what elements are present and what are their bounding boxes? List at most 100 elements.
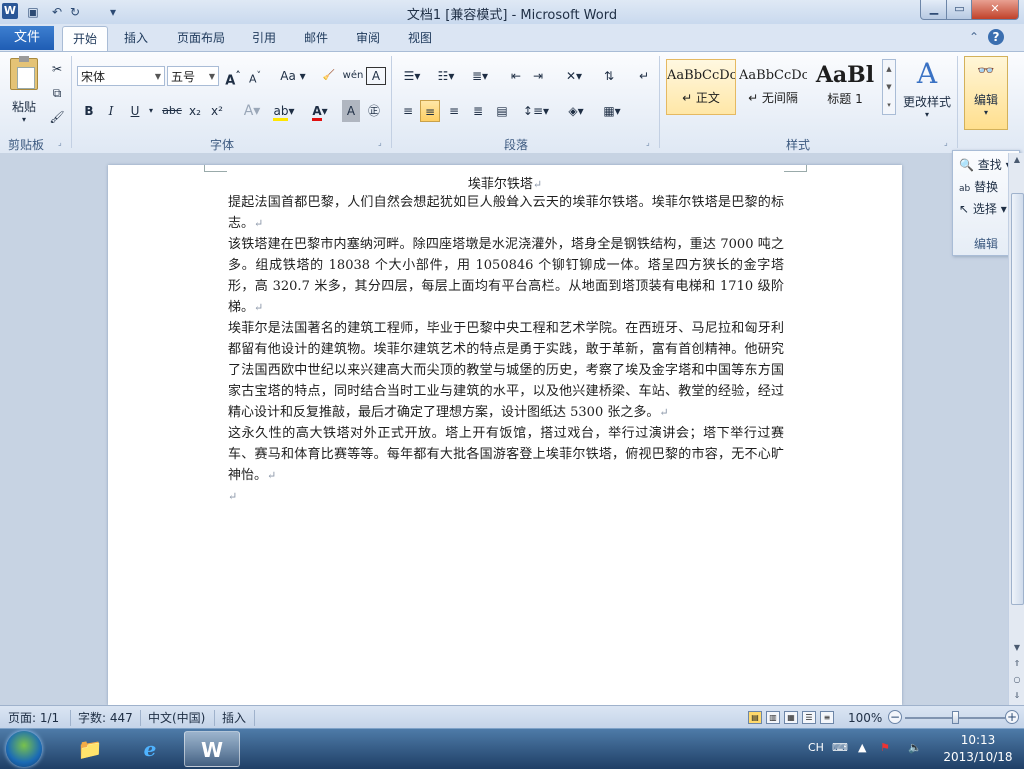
zoom-in-icon[interactable]: +: [1005, 710, 1019, 724]
grow-font-button[interactable]: A˄: [224, 65, 242, 88]
highlight-icon[interactable]: ab▾: [270, 100, 298, 122]
clear-format-button[interactable]: 🧹: [318, 65, 340, 87]
underline-dropdown-icon[interactable]: ▾: [146, 100, 156, 122]
web-layout-icon[interactable]: ▦: [784, 711, 798, 724]
minimize-button[interactable]: ▁: [920, 0, 948, 20]
copy-icon[interactable]: ⧉: [48, 82, 66, 104]
numbering-icon[interactable]: ☷▾: [432, 65, 460, 87]
undo-icon[interactable]: ↶: [48, 3, 66, 21]
paragraph-4[interactable]: 这永久性的高大铁塔对外正式开放。塔上开有饭馆，搭过戏台，举行过演讲会；塔下举行过…: [228, 423, 784, 486]
zoom-out-icon[interactable]: −: [888, 710, 902, 724]
word-count[interactable]: 字数: 447: [78, 710, 133, 726]
scroll-down-icon[interactable]: ▼: [1009, 641, 1024, 655]
font-color-icon[interactable]: A▾: [306, 100, 334, 122]
align-left-icon[interactable]: ≡: [398, 100, 418, 122]
ie-icon[interactable]: e: [122, 731, 178, 767]
change-case-button[interactable]: Aa ▾: [278, 65, 308, 87]
paragraph-launcher-icon[interactable]: ⌟: [646, 138, 656, 148]
subscript-button[interactable]: x₂: [186, 100, 204, 122]
paragraph-2[interactable]: 该铁塔建在巴黎市内塞纳河畔。除四座塔墩是水泥浇灌外，塔身全是钢铁结构，重达 70…: [228, 234, 784, 318]
style-normal[interactable]: AaBbCcDc ↵ 正文: [666, 59, 736, 115]
empty-paragraph[interactable]: ↵: [228, 486, 784, 507]
tab-view[interactable]: 视图: [398, 26, 442, 50]
redo-icon[interactable]: ↻: [66, 3, 84, 21]
change-styles-button[interactable]: A 更改样式 ▾: [900, 58, 954, 128]
maximize-button[interactable]: ▭: [946, 0, 973, 20]
browse-object-icon[interactable]: ○: [1009, 673, 1024, 687]
clock-time[interactable]: 10:13: [940, 733, 1016, 747]
bold-button[interactable]: B: [80, 100, 98, 122]
select-button[interactable]: ↖ 选择 ▾: [959, 199, 1007, 219]
char-shading-icon[interactable]: A: [342, 100, 360, 122]
tab-mailings[interactable]: 邮件: [294, 26, 338, 50]
italic-button[interactable]: I: [102, 100, 120, 122]
zoom-slider-thumb[interactable]: [952, 711, 959, 724]
clipboard-launcher-icon[interactable]: ⌟: [58, 138, 68, 148]
distributed-icon[interactable]: ▤: [492, 100, 512, 122]
align-right-icon[interactable]: ≡: [444, 100, 464, 122]
styles-launcher-icon[interactable]: ⌟: [944, 138, 954, 148]
styles-scroll[interactable]: ▲ ▼ ▾: [882, 59, 896, 115]
action-center-icon[interactable]: ⚑: [880, 741, 890, 754]
next-page-icon[interactable]: ⇓: [1009, 689, 1024, 703]
replace-button[interactable]: ab 替换: [959, 177, 998, 197]
volume-icon[interactable]: 🔈: [908, 741, 922, 754]
language-indicator[interactable]: 中文(中国): [148, 710, 205, 726]
text-effects-icon[interactable]: A▾: [240, 100, 264, 122]
start-button[interactable]: [6, 731, 42, 767]
outline-icon[interactable]: ☰: [802, 711, 816, 724]
font-size-dropdown[interactable]: 五号 ▼: [167, 66, 219, 86]
underline-button[interactable]: U: [126, 100, 144, 122]
paragraph-1[interactable]: 提起法国首都巴黎，人们自然会想起犹如巨人般耸入云天的埃菲尔铁塔。埃菲尔铁塔是巴黎…: [228, 192, 784, 234]
keyboard-icon[interactable]: ⌨: [832, 741, 848, 754]
decrease-indent-icon[interactable]: ⇤: [506, 65, 526, 87]
scroll-thumb[interactable]: [1011, 193, 1024, 605]
paragraph-3[interactable]: 埃菲尔是法国著名的建筑工程师，毕业于巴黎中央工程和艺术学院。在西班牙、马尼拉和匈…: [228, 318, 784, 423]
format-painter-icon[interactable]: 🖌: [48, 106, 66, 128]
zoom-level[interactable]: 100%: [848, 710, 882, 726]
close-button[interactable]: ✕: [971, 0, 1019, 20]
font-launcher-icon[interactable]: ⌟: [378, 138, 388, 148]
editing-button[interactable]: 👓 编辑 ▾: [964, 56, 1008, 130]
tab-page-layout[interactable]: 页面布局: [168, 26, 234, 50]
full-screen-reading-icon[interactable]: ▥: [766, 711, 780, 724]
align-center-icon[interactable]: ≡: [420, 100, 440, 122]
vertical-scrollbar[interactable]: ▲ ▼ ⇑ ○ ⇓: [1008, 153, 1024, 705]
scroll-up-icon[interactable]: ▲: [1009, 153, 1024, 167]
shading-icon[interactable]: ◈▾: [562, 100, 590, 122]
shrink-font-button[interactable]: A˅: [246, 65, 264, 87]
phonetic-guide-button[interactable]: wén: [342, 65, 364, 87]
paste-button[interactable]: 粘贴 ▾: [6, 56, 42, 124]
show-marks-icon[interactable]: ↵: [634, 65, 654, 87]
justify-icon[interactable]: ≣: [468, 100, 488, 122]
cut-icon[interactable]: ✂: [48, 58, 66, 80]
prev-page-icon[interactable]: ⇑: [1009, 657, 1024, 671]
customize-icon[interactable]: ▾: [104, 3, 122, 21]
tab-home[interactable]: 开始: [62, 26, 108, 51]
collapse-ribbon-icon[interactable]: ⌃: [966, 29, 982, 45]
increase-indent-icon[interactable]: ⇥: [528, 65, 548, 87]
font-name-dropdown[interactable]: 宋体 ▼: [77, 66, 165, 86]
document-title[interactable]: 埃菲尔铁塔↵: [108, 173, 902, 192]
multilevel-list-icon[interactable]: ≣▾: [466, 65, 494, 87]
char-border-button[interactable]: A: [366, 67, 386, 85]
strikethrough-button[interactable]: abc: [160, 100, 184, 122]
superscript-button[interactable]: x²: [208, 100, 226, 122]
draft-icon[interactable]: ≡: [820, 711, 834, 724]
show-hidden-icons-icon[interactable]: ▲: [858, 741, 866, 754]
tab-references[interactable]: 引用: [242, 26, 286, 50]
help-icon[interactable]: ?: [988, 29, 1004, 45]
find-button[interactable]: 🔍 查找 ▾: [959, 155, 1012, 175]
word-icon[interactable]: W: [184, 731, 240, 767]
save-icon[interactable]: ▣: [24, 3, 42, 21]
tab-insert[interactable]: 插入: [114, 26, 158, 50]
style-heading-1[interactable]: AaBl 标题 1: [810, 59, 880, 115]
enclose-char-icon[interactable]: ㊣: [364, 100, 384, 122]
document-page[interactable]: 埃菲尔铁塔↵ 提起法国首都巴黎，人们自然会想起犹如巨人般耸入云天的埃菲尔铁塔。埃…: [108, 165, 902, 705]
sort-icon[interactable]: ⇅: [598, 65, 620, 87]
style-no-spacing[interactable]: AaBbCcDc ↵ 无间隔: [738, 59, 808, 115]
bullets-icon[interactable]: ☰▾: [398, 65, 426, 87]
chinese-layout-icon[interactable]: ✕▾: [560, 65, 588, 87]
tab-file[interactable]: 文件: [0, 26, 54, 50]
line-spacing-icon[interactable]: ↕≡▾: [522, 100, 550, 122]
